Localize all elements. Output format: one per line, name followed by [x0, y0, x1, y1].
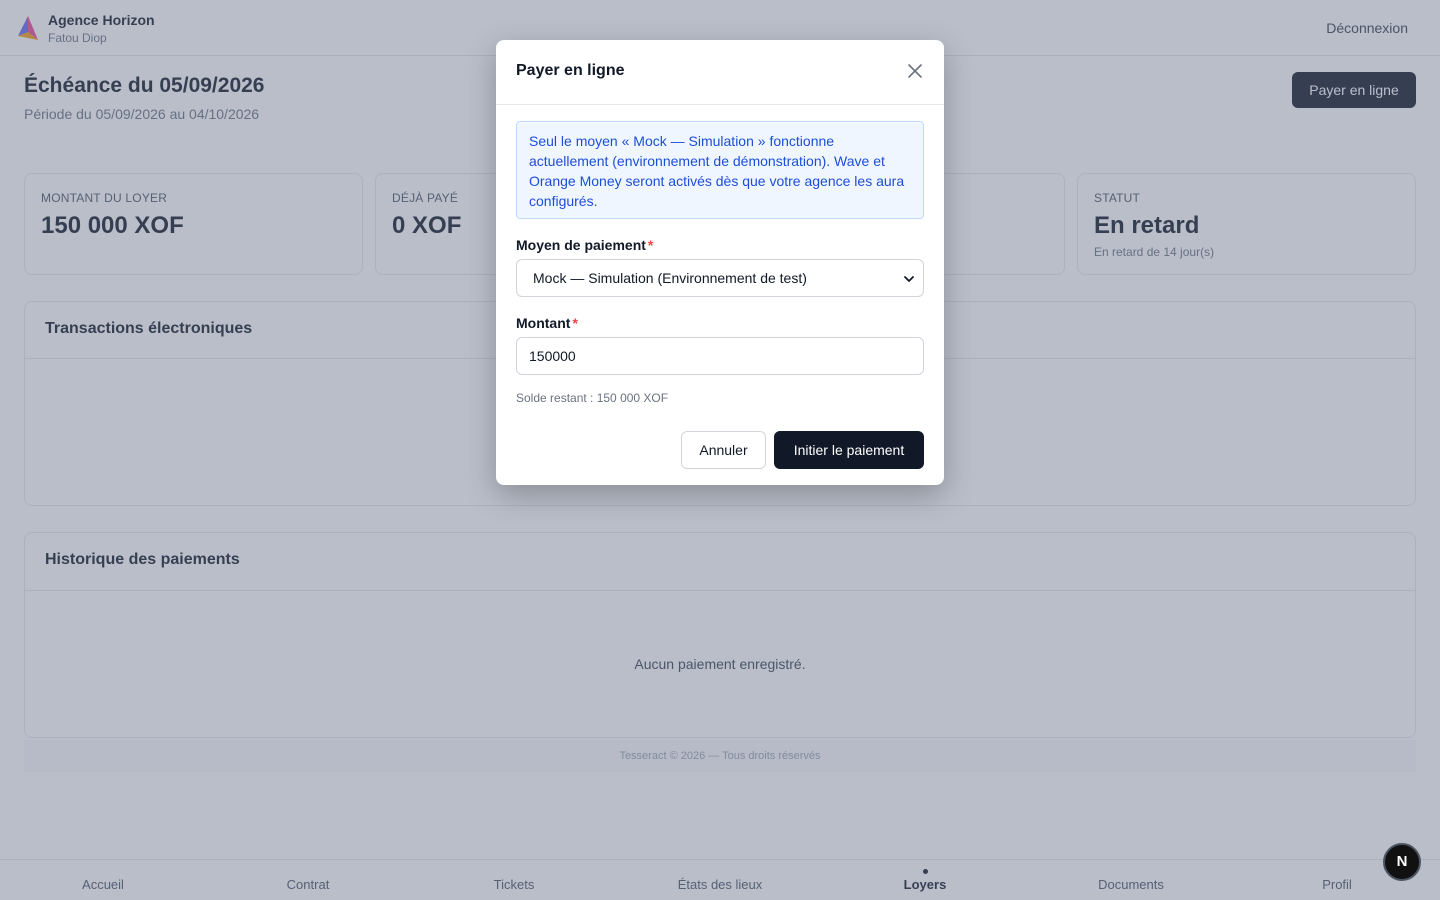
- payment-method-selected: Mock — Simulation (Environnement de test…: [533, 270, 807, 286]
- required-mark: *: [647, 237, 654, 253]
- modal-title: Payer en ligne: [516, 62, 625, 79]
- payment-method-label-text: Moyen de paiement: [516, 237, 646, 253]
- remaining-balance: Solde restant : 150 000 XOF: [516, 391, 669, 405]
- amount-label-text: Montant: [516, 315, 571, 331]
- cancel-button[interactable]: Annuler: [681, 431, 766, 469]
- close-icon[interactable]: [906, 62, 924, 80]
- payment-method-label: Moyen de paiement *: [516, 237, 653, 253]
- amount-input[interactable]: [516, 337, 924, 375]
- required-mark: *: [572, 315, 578, 331]
- initiate-payment-button[interactable]: Initier le paiement: [774, 431, 924, 469]
- info-notice: Seul le moyen « Mock — Simulation » fonc…: [516, 121, 924, 219]
- pay-online-modal: Payer en ligne Seul le moyen « Mock — Si…: [496, 40, 944, 485]
- payment-method-select[interactable]: Mock — Simulation (Environnement de test…: [516, 259, 924, 297]
- modal-divider: [496, 104, 944, 105]
- nextjs-dev-badge[interactable]: N: [1383, 843, 1421, 881]
- chevron-down-icon: [904, 276, 914, 282]
- amount-label: Montant *: [516, 315, 578, 331]
